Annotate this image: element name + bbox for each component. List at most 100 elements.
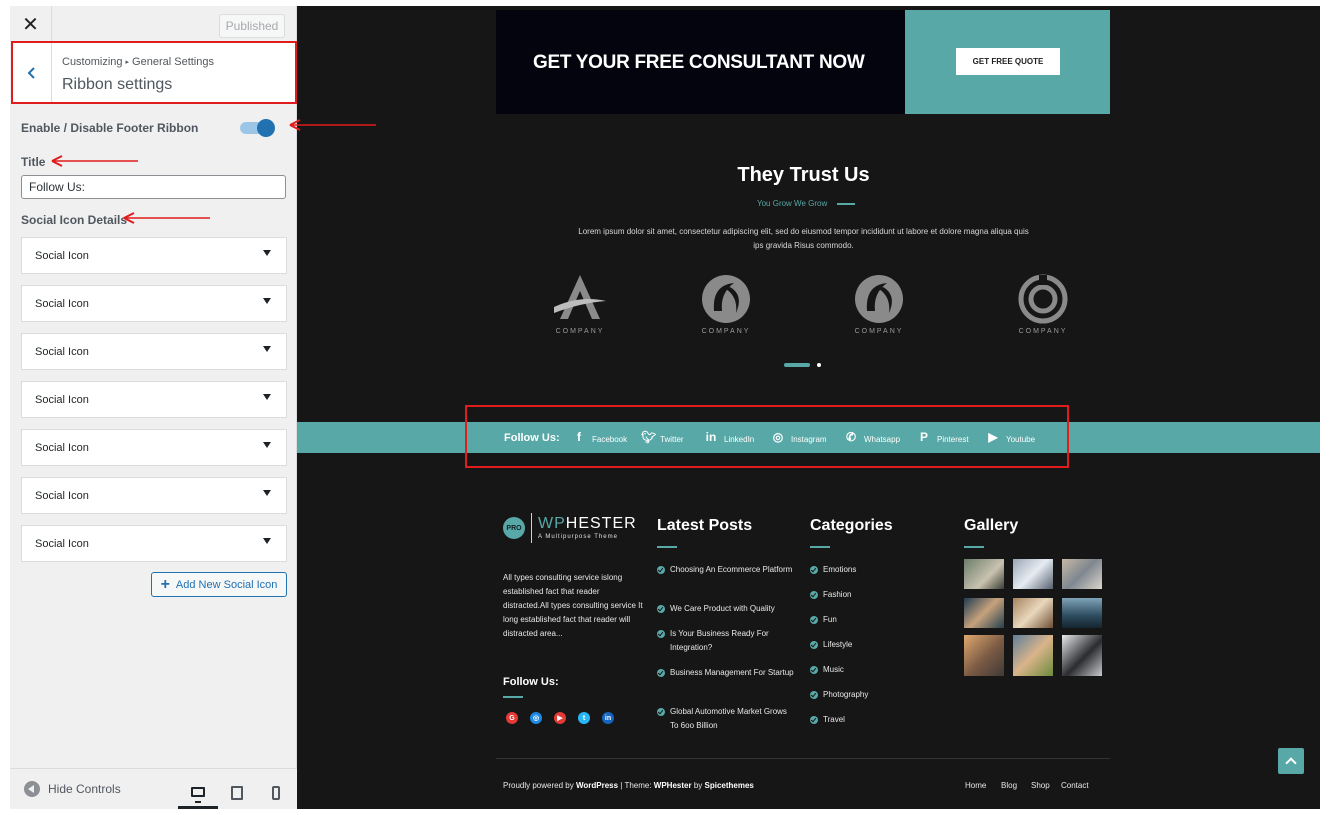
close-icon[interactable]: ✕ <box>10 6 52 42</box>
tablet-preview-button[interactable] <box>217 777 257 809</box>
social-icon-accordion[interactable]: Social Icon <box>21 237 287 274</box>
gallery-image[interactable] <box>1013 559 1053 589</box>
footer-ribbon-toggle[interactable] <box>240 119 276 137</box>
accordion-label: Social Icon <box>35 442 89 454</box>
social-icon-accordion[interactable]: Social Icon <box>21 333 287 370</box>
gallery-image[interactable] <box>1062 635 1102 676</box>
add-button-label: Add New Social Icon <box>175 578 278 591</box>
social-details-label: Social Icon Details <box>21 213 128 227</box>
category-link[interactable]: Lifestyle <box>810 638 852 652</box>
gallery-image[interactable] <box>964 598 1004 628</box>
ribbon-link-label: Twitter <box>660 434 684 444</box>
publish-button[interactable]: Published <box>219 14 285 38</box>
ribbon-link-whatsapp[interactable]: ✆ Whatsapp <box>845 430 900 444</box>
trust-title: They Trust Us <box>737 164 870 186</box>
category-link[interactable]: Fashion <box>810 588 851 602</box>
footer-nav-contact[interactable]: Contact <box>1061 781 1089 790</box>
title-input[interactable] <box>21 175 286 199</box>
gallery-image[interactable] <box>964 559 1004 589</box>
author-link[interactable]: Spicethemes <box>705 781 754 790</box>
breadcrumb-root: Customizing <box>62 56 123 68</box>
twitter-icon[interactable]: t <box>578 712 590 724</box>
post-link[interactable]: Choosing An Ecommerce Platform <box>657 563 797 577</box>
post-link[interactable]: Business Management For Startup <box>657 666 797 680</box>
ribbon-link-youtube[interactable]: ▶ Youtube <box>987 430 1035 444</box>
desktop-preview-button[interactable] <box>178 777 218 809</box>
brand-name-prefix: WP <box>538 515 566 532</box>
footer-nav-home[interactable]: Home <box>965 781 986 790</box>
google-icon[interactable]: G <box>506 712 518 724</box>
gallery-image[interactable] <box>964 635 1004 676</box>
title-label: Title <box>21 155 46 169</box>
caret-down-icon <box>263 298 271 304</box>
mobile-preview-button[interactable] <box>256 777 296 809</box>
footer-divider <box>496 758 1110 759</box>
scroll-to-top-button[interactable] <box>1278 748 1304 774</box>
brand-badge: PRO <box>503 517 525 539</box>
hide-controls-button[interactable]: Hide Controls <box>24 781 121 797</box>
social-icon-accordion[interactable]: Social Icon <box>21 429 287 466</box>
theme-link[interactable]: WPHester <box>654 781 692 790</box>
ribbon-link-label: LinkedIn <box>724 434 755 444</box>
get-free-quote-button[interactable]: GET FREE QUOTE <box>956 48 1060 75</box>
cta-side-panel: GET FREE QUOTE <box>905 10 1110 114</box>
post-title: We Care Product with Quality <box>670 604 775 613</box>
ribbon-link-label: Whatsapp <box>864 434 901 444</box>
footer-follow-title: Follow Us: <box>503 676 559 688</box>
brand-name: WPHESTER <box>538 516 637 532</box>
dribbble-icon[interactable]: ◎ <box>530 712 542 724</box>
social-icon-accordion[interactable]: Social Icon <box>21 285 287 322</box>
categories-title: Categories <box>810 517 893 534</box>
instagram-icon: ◎ <box>772 430 784 444</box>
post-link[interactable]: We Care Product with Quality <box>657 602 797 616</box>
company-logo-icon <box>702 275 750 323</box>
footer-nav-shop[interactable]: Shop <box>1031 781 1050 790</box>
gallery-image[interactable] <box>1013 598 1053 628</box>
category-name: Photography <box>823 690 869 699</box>
ribbon-link-twitter[interactable]: 🐦︎ Twitter <box>641 430 684 444</box>
linkedin-icon[interactable]: in <box>602 712 614 724</box>
facebook-icon: f <box>577 430 581 444</box>
gallery-image[interactable] <box>1062 598 1102 628</box>
youtube-icon[interactable]: ▶ <box>554 712 566 724</box>
plus-icon: + <box>160 575 170 593</box>
add-social-icon-button[interactable]: + Add New Social Icon <box>151 572 287 597</box>
company-logo-icon <box>855 275 903 323</box>
category-link[interactable]: Fun <box>810 613 837 627</box>
client-logo: COMPANY <box>540 271 620 341</box>
ribbon-link-linkedin[interactable]: in LinkedIn <box>705 430 755 444</box>
ribbon-link-label: Facebook <box>592 434 628 444</box>
gallery-image[interactable] <box>1013 635 1053 676</box>
social-icon-accordion[interactable]: Social Icon <box>21 381 287 418</box>
gallery-image[interactable] <box>1062 559 1102 589</box>
check-circle-icon <box>810 566 818 574</box>
section-title: Ribbon settings <box>62 76 173 93</box>
ribbon-link-pinterest[interactable]: P Pinterest <box>918 430 969 444</box>
toggle-knob <box>257 119 275 137</box>
ribbon-link-instagram[interactable]: ◎ Instagram <box>772 430 827 444</box>
collapse-icon <box>24 781 40 797</box>
social-icon-accordion[interactable]: Social Icon <box>21 525 287 562</box>
slider-dot-active[interactable] <box>784 363 810 367</box>
category-link[interactable]: Photography <box>810 688 868 702</box>
category-link[interactable]: Travel <box>810 713 845 727</box>
category-link[interactable]: Music <box>810 663 844 677</box>
post-link[interactable]: Is Your Business Ready For Integration? <box>657 627 797 655</box>
back-button[interactable] <box>12 42 52 104</box>
social-icon-accordion[interactable]: Social Icon <box>21 477 287 514</box>
cta-text: GET YOUR FREE CONSULTANT NOW <box>533 52 865 73</box>
customizer-window: ✕ Published Customizing ▸ General Settings… <box>10 6 1320 809</box>
footer-nav-blog[interactable]: Blog <box>1001 781 1017 790</box>
category-link[interactable]: Emotions <box>810 563 856 577</box>
post-link[interactable]: Global Automotive Market Grows To 6oo Bi… <box>657 705 797 733</box>
caret-down-icon <box>263 490 271 496</box>
post-title: Business Management For Startup <box>670 668 794 677</box>
caret-down-icon <box>263 394 271 400</box>
post-title: Global Automotive Market Grows To 6oo Bi… <box>670 707 787 730</box>
copyright-text: Proudly powered by WordPress | Theme: WP… <box>503 781 754 790</box>
ribbon-link-facebook[interactable]: f Facebook <box>573 430 627 444</box>
wordpress-link[interactable]: WordPress <box>576 781 618 790</box>
ribbon-link-label: Pinterest <box>937 434 969 444</box>
footer-brand: PRO WPHESTER A Multipurpose Theme <box>503 513 637 543</box>
slider-dot[interactable] <box>817 363 821 367</box>
